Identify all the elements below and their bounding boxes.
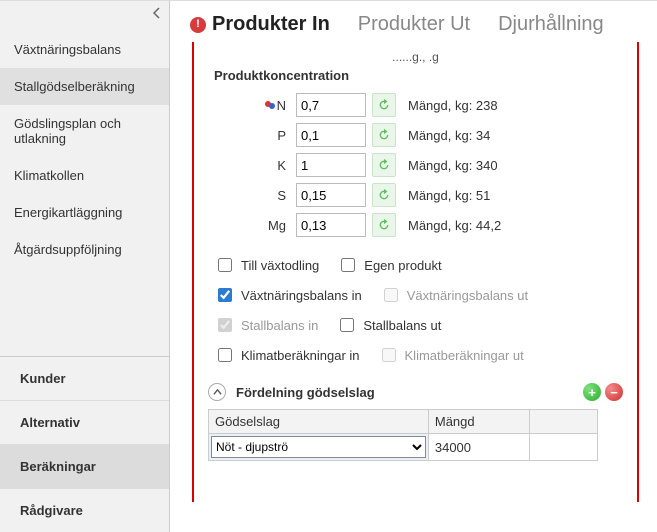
nutrient-input-p[interactable]: [296, 123, 366, 147]
nutrient-label-k: K: [230, 158, 290, 173]
sidebar-item-kunder[interactable]: Kunder: [0, 357, 169, 401]
truncated-label: ......g., .g: [208, 50, 623, 64]
tabs: ! Produkter In Produkter Ut Djurhållning: [190, 13, 641, 36]
main: ! Produkter In Produkter Ut Djurhållning…: [170, 1, 657, 532]
nutrient-amount-mg: Mängd, kg: 44,2: [404, 218, 623, 233]
nutrient-label-p: P: [230, 128, 290, 143]
expander-header: Fördelning gödselslag + −: [208, 383, 623, 401]
table-header-mangd: Mängd: [428, 410, 529, 434]
nutrient-amount-s: Mängd, kg: 51: [404, 188, 623, 203]
mangd-cell[interactable]: 34000: [428, 434, 529, 461]
sidebar-item-energikartlaggning[interactable]: Energikartläggning: [0, 194, 169, 231]
sidebar-item-radgivare[interactable]: Rådgivare: [0, 489, 169, 532]
section-title-produktkoncentration: Produktkoncentration: [214, 68, 623, 83]
sidebar-item-klimatkollen[interactable]: Klimatkollen: [0, 157, 169, 194]
nutrient-label-mg: Mg: [230, 218, 290, 233]
reset-button-k[interactable]: [372, 153, 396, 177]
nutrient-label-n: N: [230, 98, 290, 113]
nutrient-input-n[interactable]: [296, 93, 366, 117]
delete-row-button[interactable]: −: [605, 383, 623, 401]
nutrient-amount-p: Mängd, kg: 34: [404, 128, 623, 143]
nutrient-amount-k: Mängd, kg: 340: [404, 158, 623, 173]
tab-produkter-ut[interactable]: Produkter Ut: [358, 13, 470, 36]
nutrient-input-k[interactable]: [296, 153, 366, 177]
add-row-button[interactable]: +: [583, 383, 601, 401]
tab-label: Produkter In: [212, 13, 330, 36]
check-vaxtnaringsbalans-in[interactable]: Växtnäringsbalans in: [214, 285, 362, 305]
reset-button-n[interactable]: [372, 93, 396, 117]
check-till-vaxtodling[interactable]: Till växtodling: [214, 255, 319, 275]
sidebar-item-stallgodsel[interactable]: Stallgödselberäkning: [0, 68, 169, 105]
reset-button-mg[interactable]: [372, 213, 396, 237]
table-row: Nöt - djupströ 34000: [209, 434, 598, 461]
sidebar-nav-bottom: Kunder Alternativ Beräkningar Rådgivare: [0, 356, 169, 532]
expander-toggle[interactable]: [208, 383, 226, 401]
table-header-godselslag: Gödselslag: [209, 410, 429, 434]
reset-button-p[interactable]: [372, 123, 396, 147]
check-klimat-ut: Klimatberäkningar ut: [378, 345, 524, 365]
tab-produkter-in[interactable]: ! Produkter In: [190, 13, 330, 36]
tab-djurhallning[interactable]: Djurhållning: [498, 13, 604, 36]
table-header-empty: [530, 410, 598, 434]
sidebar-nav-top: Växtnäringsbalans Stallgödselberäkning G…: [0, 1, 169, 268]
concentration-grid: N Mängd, kg: 238 P Mängd, kg: 34 K Mängd…: [230, 93, 623, 237]
empty-cell: [530, 434, 598, 461]
sidebar-item-berakningar[interactable]: Beräkningar: [0, 445, 169, 489]
check-vaxtnaringsbalans-ut: Växtnäringsbalans ut: [380, 285, 528, 305]
sidebar: Växtnäringsbalans Stallgödselberäkning G…: [0, 1, 170, 532]
sidebar-item-atgardsuppfoljning[interactable]: Åtgärdsuppföljning: [0, 231, 169, 268]
sidebar-item-alternativ[interactable]: Alternativ: [0, 401, 169, 445]
nutrient-label-s: S: [230, 188, 290, 203]
expander-title: Fördelning gödselslag: [236, 385, 579, 400]
nutrient-input-s[interactable]: [296, 183, 366, 207]
app-root: Växtnäringsbalans Stallgödselberäkning G…: [0, 0, 657, 532]
nutrient-amount-n: Mängd, kg: 238: [404, 98, 623, 113]
sidebar-item-vaxtnaringsbalans[interactable]: Växtnäringsbalans: [0, 31, 169, 68]
sidebar-collapse-icon[interactable]: [153, 7, 161, 22]
reset-button-s[interactable]: [372, 183, 396, 207]
nutrient-input-mg[interactable]: [296, 213, 366, 237]
error-icon: !: [190, 17, 206, 33]
godselslag-select[interactable]: Nöt - djupströ: [211, 436, 426, 458]
sidebar-item-godslingsplan[interactable]: Gödslingsplan och utlakning: [0, 105, 169, 157]
pin-icon: [264, 100, 276, 112]
checkbox-section: Till växtodling Egen produkt Växtnärings…: [214, 255, 623, 365]
content-frame: ......g., .g Produktkoncentration N Mäng…: [192, 42, 639, 502]
check-egen-produkt[interactable]: Egen produkt: [337, 255, 441, 275]
check-klimat-in[interactable]: Klimatberäkningar in: [214, 345, 360, 365]
check-stallbalans-ut[interactable]: Stallbalans ut: [336, 315, 441, 335]
fordelning-table: Gödselslag Mängd Nöt - djupströ 34000: [208, 409, 598, 461]
check-stallbalans-in: Stallbalans in: [214, 315, 318, 335]
